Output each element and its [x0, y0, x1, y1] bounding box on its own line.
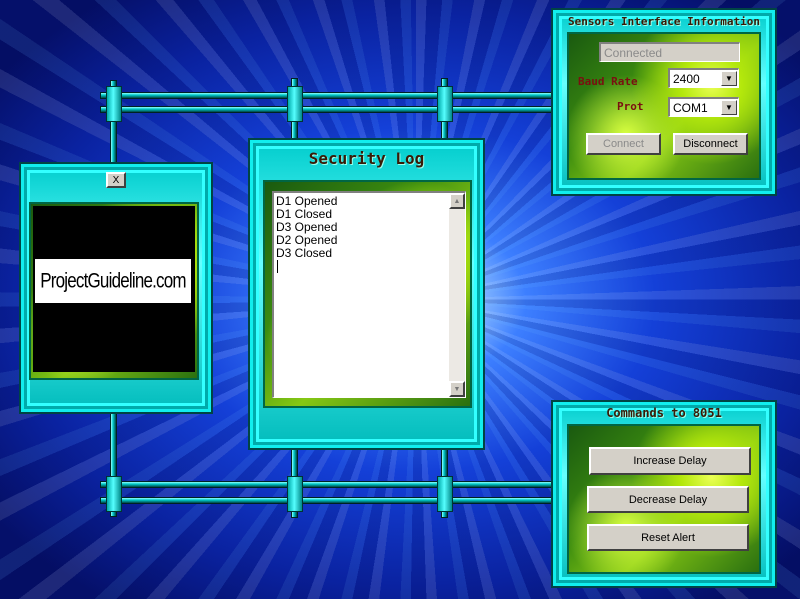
bottom-pipe-lower — [100, 497, 554, 504]
connect-button[interactable]: Connect — [586, 133, 661, 155]
decrease-delay-button[interactable]: Decrease Delay — [587, 486, 749, 513]
connection-status-field: Connected — [599, 42, 740, 62]
scroll-up-button[interactable]: ▲ — [449, 193, 465, 209]
baud-rate-select[interactable]: 2400 ▼ — [668, 68, 739, 88]
pipe-joint — [437, 86, 453, 122]
pipe-joint — [106, 86, 122, 122]
pipe-joint — [287, 86, 303, 122]
close-button[interactable]: X — [106, 172, 126, 188]
top-pipe-lower — [100, 106, 554, 113]
scroll-down-button[interactable]: ▼ — [449, 381, 465, 397]
close-icon: X — [112, 174, 120, 186]
security-log-textarea[interactable]: D1 Opened D1 Closed D3 Opened D2 Opened … — [272, 191, 466, 398]
bottom-pipe — [100, 481, 554, 488]
port-label: Prot — [617, 100, 644, 113]
disconnect-button[interactable]: Disconnect — [673, 133, 748, 155]
commands-panel-title: Commands to 8051 — [606, 406, 722, 420]
port-select[interactable]: COM1 ▼ — [668, 97, 739, 117]
pipe-joint — [437, 476, 453, 512]
port-value: COM1 — [673, 101, 708, 115]
baud-rate-value: 2400 — [673, 72, 700, 86]
log-lines: D1 Opened D1 Closed D3 Opened D2 Opened … — [276, 195, 337, 273]
text-cursor — [277, 260, 278, 273]
sensors-panel-title: Sensors Interface Information — [567, 15, 761, 28]
chevron-down-icon[interactable]: ▼ — [721, 71, 737, 86]
increase-delay-button[interactable]: Increase Delay — [589, 447, 751, 475]
log-scrollbar[interactable]: ▲ ▼ — [449, 193, 465, 397]
top-pipe — [100, 92, 554, 99]
pipe-joint — [106, 476, 122, 512]
pipe-joint — [287, 476, 303, 512]
baud-rate-label: Baud Rate — [578, 75, 638, 88]
sensors-panel: Sensors Interface Information — [551, 8, 777, 196]
logo-banner: ProjectGuideline.com — [35, 259, 191, 303]
log-entry: D3 Closed — [276, 246, 333, 260]
chevron-down-icon[interactable]: ▼ — [721, 100, 737, 115]
security-log-title: Security Log — [308, 149, 425, 168]
logo-text: ProjectGuideline.com — [40, 268, 186, 293]
reset-alert-button[interactable]: Reset Alert — [587, 524, 749, 551]
